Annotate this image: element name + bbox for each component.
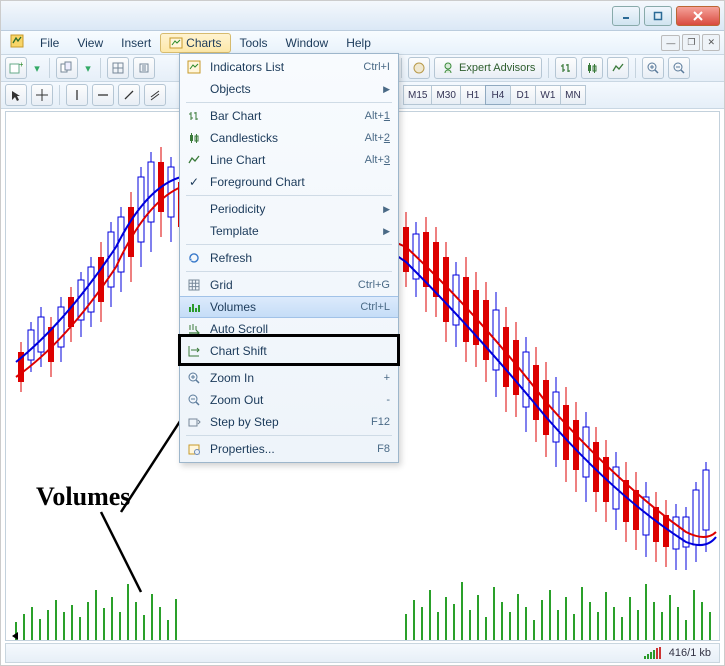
close-button[interactable]: [676, 6, 720, 26]
dropdown-arrow-icon[interactable]: ▾: [31, 57, 43, 79]
menu-insert[interactable]: Insert: [112, 33, 160, 53]
check-icon: ✓: [186, 174, 202, 190]
shift-icon: [186, 343, 202, 359]
period-d1[interactable]: D1: [510, 85, 536, 105]
menu-item-foreground-chart[interactable]: ✓Foreground Chart: [180, 171, 398, 193]
expert-advisors-label: Expert Advisors: [459, 62, 535, 74]
menu-file[interactable]: File: [31, 33, 68, 53]
annotation-volumes-label: Volumes: [36, 482, 130, 512]
menu-separator: [186, 102, 392, 103]
cursor-tool[interactable]: [5, 84, 27, 106]
menu-help[interactable]: Help: [337, 33, 380, 53]
menu-item-indicators-list[interactable]: Indicators ListCtrl+I: [180, 56, 398, 78]
menu-separator: [186, 435, 392, 436]
market-watch-button[interactable]: [107, 57, 129, 79]
zoom-out-tool[interactable]: [668, 57, 690, 79]
menu-item-line-chart[interactable]: Line ChartAlt+3: [180, 149, 398, 171]
svg-text:+: +: [19, 61, 23, 69]
mdi-restore-button[interactable]: ❐: [682, 34, 700, 51]
submenu-arrow-icon: ▶: [383, 204, 390, 215]
menu-item-zoom-out[interactable]: Zoom Out-: [180, 389, 398, 411]
menu-item-grid[interactable]: GridCtrl+G: [180, 274, 398, 296]
menu-separator: [186, 244, 392, 245]
zoom-in-icon: [186, 370, 202, 386]
connection-bars-icon: [644, 647, 661, 659]
period-m30[interactable]: M30: [431, 85, 460, 105]
metaquotes-button[interactable]: [408, 57, 430, 79]
expert-advisors-button[interactable]: Expert Advisors: [434, 57, 542, 79]
minimize-button[interactable]: [612, 6, 640, 26]
menu-item-step-by-step[interactable]: Step by StepF12: [180, 411, 398, 433]
dropdown-arrow-icon[interactable]: ▾: [82, 57, 94, 79]
submenu-arrow-icon: ▶: [383, 84, 390, 95]
vline-tool[interactable]: [66, 84, 88, 106]
period-w1[interactable]: W1: [535, 85, 561, 105]
navigator-button[interactable]: [133, 57, 155, 79]
menu-item-periodicity[interactable]: Periodicity▶: [180, 198, 398, 220]
bar-chart-icon: [186, 108, 202, 124]
properties-icon: [186, 441, 202, 457]
menu-view[interactable]: View: [68, 33, 112, 53]
menu-separator: [186, 364, 392, 365]
period-buttons: M15 M30 H1 H4 D1 W1 MN: [404, 85, 586, 105]
volumes-icon: [186, 299, 202, 315]
period-h4[interactable]: H4: [485, 85, 511, 105]
hline-tool[interactable]: [92, 84, 114, 106]
zoom-in-tool[interactable]: [642, 57, 664, 79]
expert-advisors-icon: [441, 61, 455, 75]
line-chart-tool[interactable]: [607, 57, 629, 79]
candle-icon: [186, 130, 202, 146]
menu-window[interactable]: Window: [277, 33, 338, 53]
menu-item-bar-chart[interactable]: Bar ChartAlt+1: [180, 105, 398, 127]
period-h1[interactable]: H1: [460, 85, 486, 105]
title-bar: [1, 1, 724, 31]
trendline-tool[interactable]: [118, 84, 140, 106]
menu-charts[interactable]: Charts: [160, 33, 230, 53]
menu-item-zoom-in[interactable]: Zoom In+: [180, 367, 398, 389]
menu-item-properties[interactable]: Properties...F8: [180, 438, 398, 460]
charts-dropdown-menu: Indicators ListCtrl+I Objects▶ Bar Chart…: [179, 53, 399, 463]
menu-separator: [186, 195, 392, 196]
line-chart-icon: [186, 152, 202, 168]
mdi-minimize-button[interactable]: —: [661, 35, 680, 51]
menu-item-chart-shift[interactable]: Chart Shift: [180, 340, 398, 362]
submenu-arrow-icon: ▶: [383, 226, 390, 237]
zoom-out-icon: [186, 392, 202, 408]
status-kb: 416/1 kb: [669, 647, 711, 659]
indicators-icon: [186, 59, 202, 75]
app-icon: [9, 33, 27, 52]
bar-chart-tool[interactable]: [555, 57, 577, 79]
profiles-button[interactable]: [56, 57, 78, 79]
menu-item-template[interactable]: Template▶: [180, 220, 398, 242]
menu-separator: [186, 271, 392, 272]
menu-item-refresh[interactable]: Refresh: [180, 247, 398, 269]
refresh-icon: [186, 250, 202, 266]
status-bar: 416/1 kb: [5, 643, 720, 663]
candle-tool[interactable]: [581, 57, 603, 79]
channel-tool[interactable]: [144, 84, 166, 106]
menu-tools[interactable]: Tools: [231, 33, 277, 53]
menu-item-candlesticks[interactable]: CandlesticksAlt+2: [180, 127, 398, 149]
menu-item-objects[interactable]: Objects▶: [180, 78, 398, 100]
menu-item-volumes[interactable]: VolumesCtrl+L: [180, 296, 398, 318]
maximize-button[interactable]: [644, 6, 672, 26]
crosshair-tool[interactable]: [31, 84, 53, 106]
period-m15[interactable]: M15: [403, 85, 432, 105]
new-chart-button[interactable]: +: [5, 57, 27, 79]
menu-bar: File View Insert Charts Tools Window Hel…: [1, 31, 724, 55]
period-mn[interactable]: MN: [560, 85, 586, 105]
mdi-close-button[interactable]: ✕: [702, 34, 720, 51]
autoscroll-icon: [186, 321, 202, 337]
menu-item-auto-scroll[interactable]: Auto Scroll: [180, 318, 398, 340]
step-icon: [186, 414, 202, 430]
grid-icon: [186, 277, 202, 293]
